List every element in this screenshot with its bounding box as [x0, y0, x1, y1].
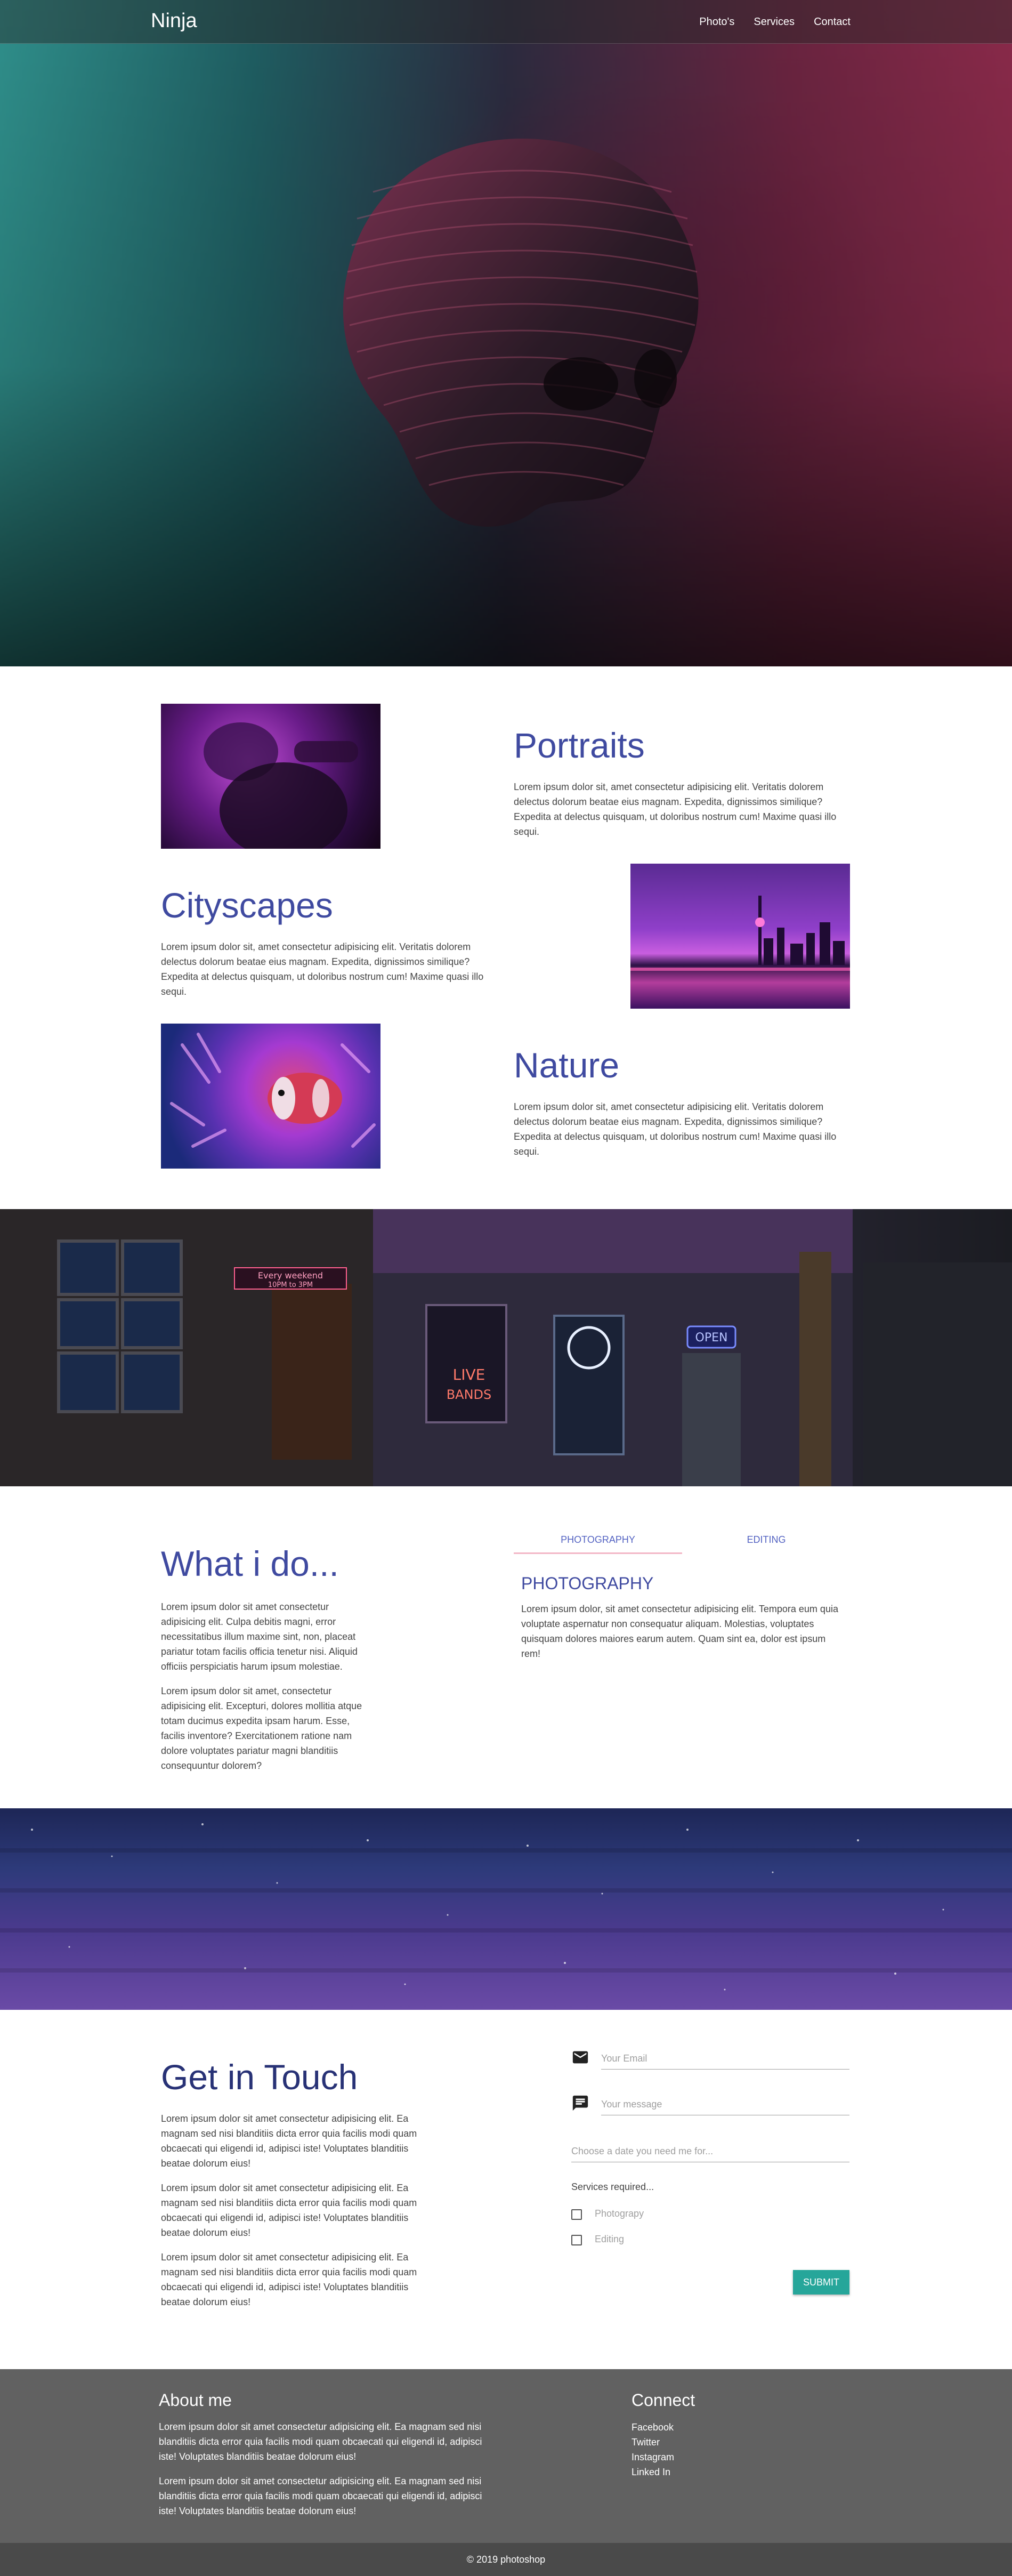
- date-field-wrapper: [571, 2141, 849, 2162]
- footer-about-title: About me: [159, 2390, 232, 2410]
- nature-photo: [161, 1024, 380, 1169]
- services-required-label: Services required...: [571, 2181, 654, 2192]
- message-field-wrapper: [601, 2094, 849, 2115]
- tab-content-title: PHOTOGRAPHY: [521, 1574, 654, 1593]
- tab-photography[interactable]: PHOTOGRAPHY: [514, 1525, 682, 1555]
- nav-link-photos[interactable]: Photo's: [699, 16, 734, 28]
- footer-link-linkedin[interactable]: Linked In: [632, 2465, 674, 2480]
- space-parallax-image: [0, 1808, 1012, 2010]
- footer-link-instagram[interactable]: Instagram: [632, 2450, 674, 2465]
- nav-link-services[interactable]: Services: [754, 16, 795, 28]
- portrait-photo: [161, 704, 380, 849]
- contact-paragraph-2: Lorem ipsum dolor sit amet consectetur a…: [161, 2183, 417, 2238]
- checkbox-editing-label[interactable]: Editing: [595, 2234, 624, 2245]
- services-tabs: PHOTOGRAPHY EDITING: [514, 1525, 851, 1555]
- tab-content-text: Lorem ipsum dolor, sit amet consectetur …: [521, 1604, 838, 1659]
- email-icon: [572, 2051, 588, 2064]
- checkbox-editing[interactable]: [571, 2235, 582, 2245]
- sign-open: OPEN: [695, 1331, 728, 1345]
- services-paragraph-1: Lorem ipsum dolor sit amet consectetur a…: [161, 1601, 358, 1672]
- nav-links: Photo's Services Contact: [699, 16, 851, 28]
- gallery-title-nature: Nature: [514, 1045, 620, 1085]
- email-input[interactable]: [601, 2048, 849, 2069]
- email-field-wrapper: [601, 2048, 849, 2070]
- hero-skull-image: [343, 139, 699, 527]
- contact-paragraph-3: Lorem ipsum dolor sit amet consectetur a…: [161, 2252, 417, 2307]
- sign-live: LIVE: [453, 1366, 485, 1383]
- brand-logo[interactable]: Ninja: [151, 10, 197, 33]
- footer-about-paragraph-1: Lorem ipsum dolor sit amet consectetur a…: [159, 2421, 482, 2462]
- footer-link-facebook[interactable]: Facebook: [632, 2420, 674, 2435]
- services-paragraph-2: Lorem ipsum dolor sit amet, consectetur …: [161, 1686, 362, 1771]
- sign-every-weekend: Every weekend: [258, 1270, 323, 1281]
- footer-about-paragraph-2: Lorem ipsum dolor sit amet consectetur a…: [159, 2476, 482, 2516]
- active-tab-indicator: [514, 1552, 682, 1554]
- checkbox-photography[interactable]: [571, 2209, 582, 2220]
- footer-links: Facebook Twitter Instagram Linked In: [632, 2420, 674, 2480]
- gallery-title-cityscapes: Cityscapes: [161, 885, 333, 925]
- message-icon: [572, 2095, 588, 2111]
- sign-bands: BANDS: [447, 1387, 492, 1402]
- submit-button[interactable]: Submit: [793, 2270, 849, 2295]
- checkbox-photography-label[interactable]: Photograpy: [595, 2208, 644, 2219]
- copyright-bar: © 2019 photoshop: [0, 2543, 1012, 2576]
- services-title: What i do...: [161, 1544, 339, 1583]
- street-parallax-image: Every weekend 10PM to 3PM LIVE BANDS OPE…: [0, 1209, 1012, 1486]
- footer-connect-title: Connect: [632, 2390, 695, 2410]
- nav-link-contact[interactable]: Contact: [814, 16, 851, 28]
- hero-banner: [0, 0, 1012, 666]
- tab-editing[interactable]: EDITING: [682, 1525, 851, 1555]
- footer-link-twitter[interactable]: Twitter: [632, 2435, 674, 2450]
- message-input[interactable]: [601, 2094, 849, 2115]
- contact-paragraph-1: Lorem ipsum dolor sit amet consectetur a…: [161, 2113, 417, 2169]
- date-input[interactable]: [571, 2141, 849, 2162]
- contact-title: Get in Touch: [161, 2057, 358, 2097]
- gallery-title-portraits: Portraits: [514, 726, 645, 765]
- gallery-text-cityscapes: Lorem ipsum dolor sit, amet consectetur …: [161, 941, 484, 997]
- gallery-text-portraits: Lorem ipsum dolor sit, amet consectetur …: [514, 782, 837, 837]
- footer: About me Connect: [0, 2369, 1012, 2543]
- gallery-text-nature: Lorem ipsum dolor sit, amet consectetur …: [514, 1101, 837, 1157]
- sign-weekend-time: 10PM to 3PM: [268, 1281, 313, 1289]
- cityscape-photo: [630, 864, 850, 1009]
- top-navbar: Ninja Photo's Services Contact: [0, 0, 1012, 44]
